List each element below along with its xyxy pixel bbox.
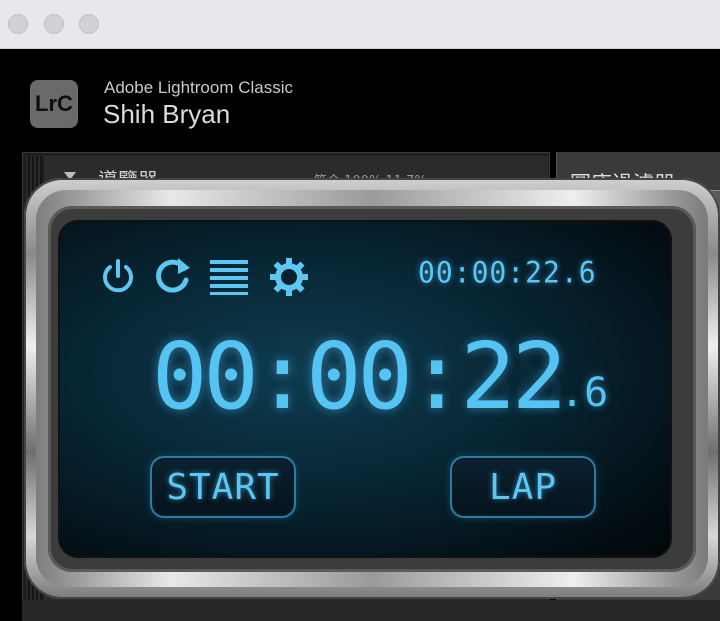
close-window-button[interactable] [8, 14, 28, 34]
reset-icon[interactable] [152, 254, 194, 296]
list-icon[interactable] [208, 256, 250, 296]
lap-button[interactable]: LAP [450, 456, 596, 518]
start-button[interactable]: START [150, 456, 296, 518]
lightroom-logo: LrC [30, 80, 78, 128]
lap-time-readout: 00:00:22.6 [418, 255, 597, 290]
lap-button-label: LAP [488, 466, 558, 508]
main-time-readout: 00:00:22 [152, 323, 567, 430]
identity-plate-user-name: Shih Bryan [103, 99, 231, 129]
bottom-toolbar [22, 600, 720, 621]
settings-icon[interactable] [268, 256, 310, 298]
main-time-tenths: .6 [560, 370, 609, 416]
window-titlebar [0, 0, 720, 49]
power-icon[interactable] [98, 256, 138, 296]
lightroom-header: LrC Adobe Lightroom Classic Shih Bryan [0, 49, 720, 149]
zoom-window-button[interactable] [79, 14, 99, 34]
minimize-window-button[interactable] [44, 14, 64, 34]
start-button-label: START [166, 466, 280, 508]
app-name: Adobe Lightroom Classic [104, 78, 293, 97]
